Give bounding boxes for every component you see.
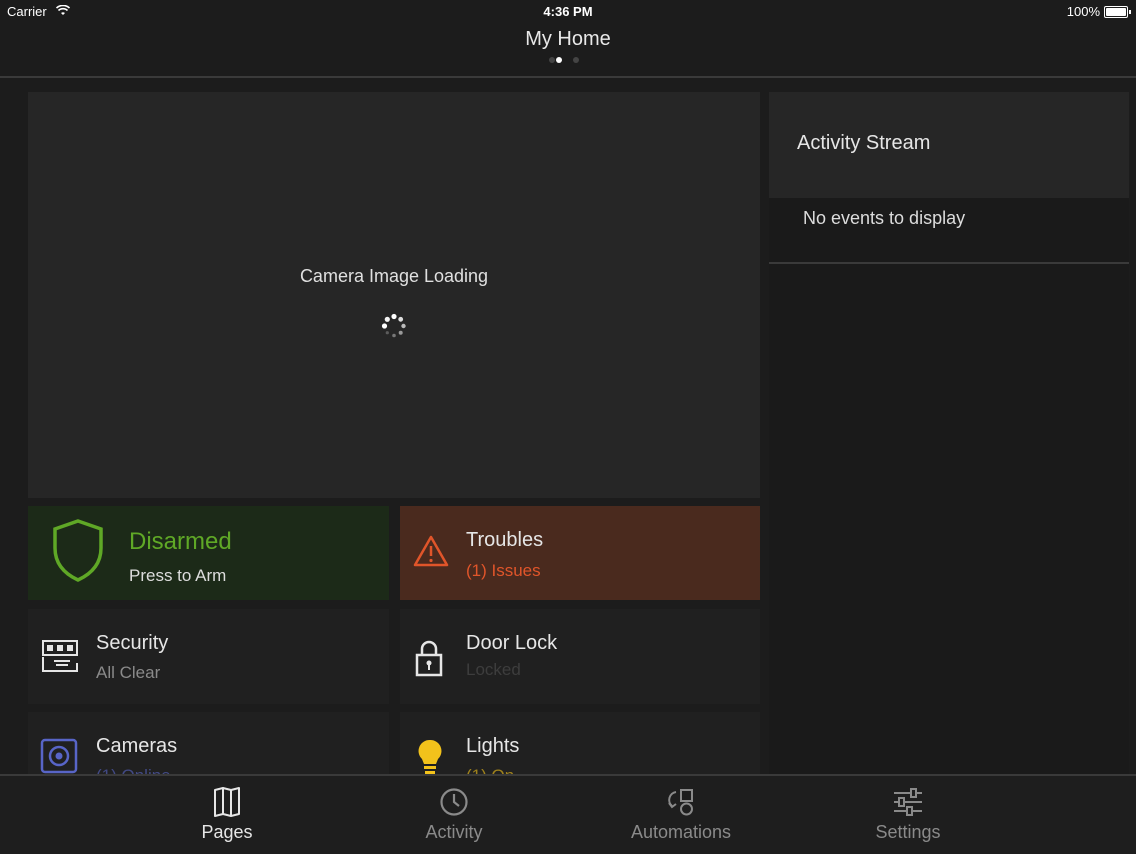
page-indicator[interactable] bbox=[549, 57, 589, 65]
camera-icon bbox=[40, 738, 78, 774]
door-lock-tile[interactable]: Door Lock Locked bbox=[400, 609, 760, 704]
tab-activity[interactable]: Activity bbox=[374, 776, 534, 854]
camera-panel[interactable]: Camera Image Loading bbox=[28, 92, 760, 498]
security-subtitle: All Clear bbox=[96, 663, 161, 682]
clock-time: 4:36 PM bbox=[543, 4, 593, 19]
tab-settings[interactable]: Settings bbox=[828, 776, 988, 854]
activity-stream-title: Activity Stream bbox=[797, 132, 931, 154]
security-tile[interactable]: Security All Clear bbox=[28, 609, 389, 704]
sliders-icon bbox=[894, 788, 922, 816]
lights-subtitle: (1) On bbox=[466, 766, 514, 774]
door-lock-subtitle: Locked bbox=[466, 660, 521, 679]
tab-pages-label: Pages bbox=[201, 822, 253, 842]
disarmed-subtitle: Press to Arm bbox=[129, 566, 227, 585]
page-dot-3[interactable] bbox=[573, 57, 579, 63]
automations-icon bbox=[668, 789, 693, 816]
page-dot-1[interactable] bbox=[549, 57, 555, 63]
security-panel-icon bbox=[42, 640, 78, 672]
camera-loading-text: Camera Image Loading bbox=[299, 266, 489, 286]
page-dot-2[interactable] bbox=[556, 57, 562, 63]
lights-tile[interactable]: Lights (1) On bbox=[400, 712, 760, 774]
cameras-tile[interactable]: Cameras (1) Online bbox=[28, 712, 389, 774]
tab-automations-label: Automations bbox=[630, 822, 732, 842]
cameras-title: Cameras bbox=[96, 735, 178, 757]
tab-pages[interactable]: Pages bbox=[147, 776, 307, 854]
battery-percent: 100% bbox=[1066, 4, 1100, 19]
warning-icon bbox=[413, 535, 449, 567]
troubles-subtitle: (1) Issues bbox=[466, 561, 541, 580]
battery-icon bbox=[1104, 6, 1131, 18]
status-bar: Carrier 4:36 PM 100% bbox=[0, 0, 1136, 22]
troubles-title: Troubles bbox=[466, 529, 544, 551]
navigation-bar: My Home bbox=[0, 22, 1136, 78]
activity-divider bbox=[769, 262, 1129, 264]
shield-icon bbox=[53, 519, 103, 582]
activity-empty-text: No events to display bbox=[803, 208, 966, 228]
disarmed-tile[interactable]: Disarmed Press to Arm bbox=[28, 506, 389, 600]
tab-activity-label: Activity bbox=[425, 822, 483, 842]
lightbulb-icon bbox=[418, 739, 442, 774]
door-lock-title: Door Lock bbox=[466, 632, 558, 654]
troubles-tile[interactable]: Troubles (1) Issues bbox=[400, 506, 760, 600]
lights-title: Lights bbox=[466, 735, 520, 757]
clock-icon bbox=[440, 788, 468, 816]
disarmed-title: Disarmed bbox=[129, 528, 232, 555]
activity-stream-panel: Activity Stream No events to display bbox=[769, 92, 1129, 774]
tab-bar: Pages Activity Automations Settings bbox=[0, 774, 1136, 854]
tab-automations[interactable]: Automations bbox=[601, 776, 761, 854]
page-title: My Home bbox=[525, 28, 611, 50]
security-title: Security bbox=[96, 632, 169, 654]
pages-icon bbox=[214, 787, 240, 817]
tab-settings-label: Settings bbox=[875, 822, 941, 842]
loading-spinner-icon bbox=[381, 313, 406, 338]
lock-icon bbox=[415, 640, 443, 677]
cameras-subtitle: (1) Online bbox=[96, 766, 171, 774]
activity-stream-header: Activity Stream bbox=[769, 92, 1129, 198]
